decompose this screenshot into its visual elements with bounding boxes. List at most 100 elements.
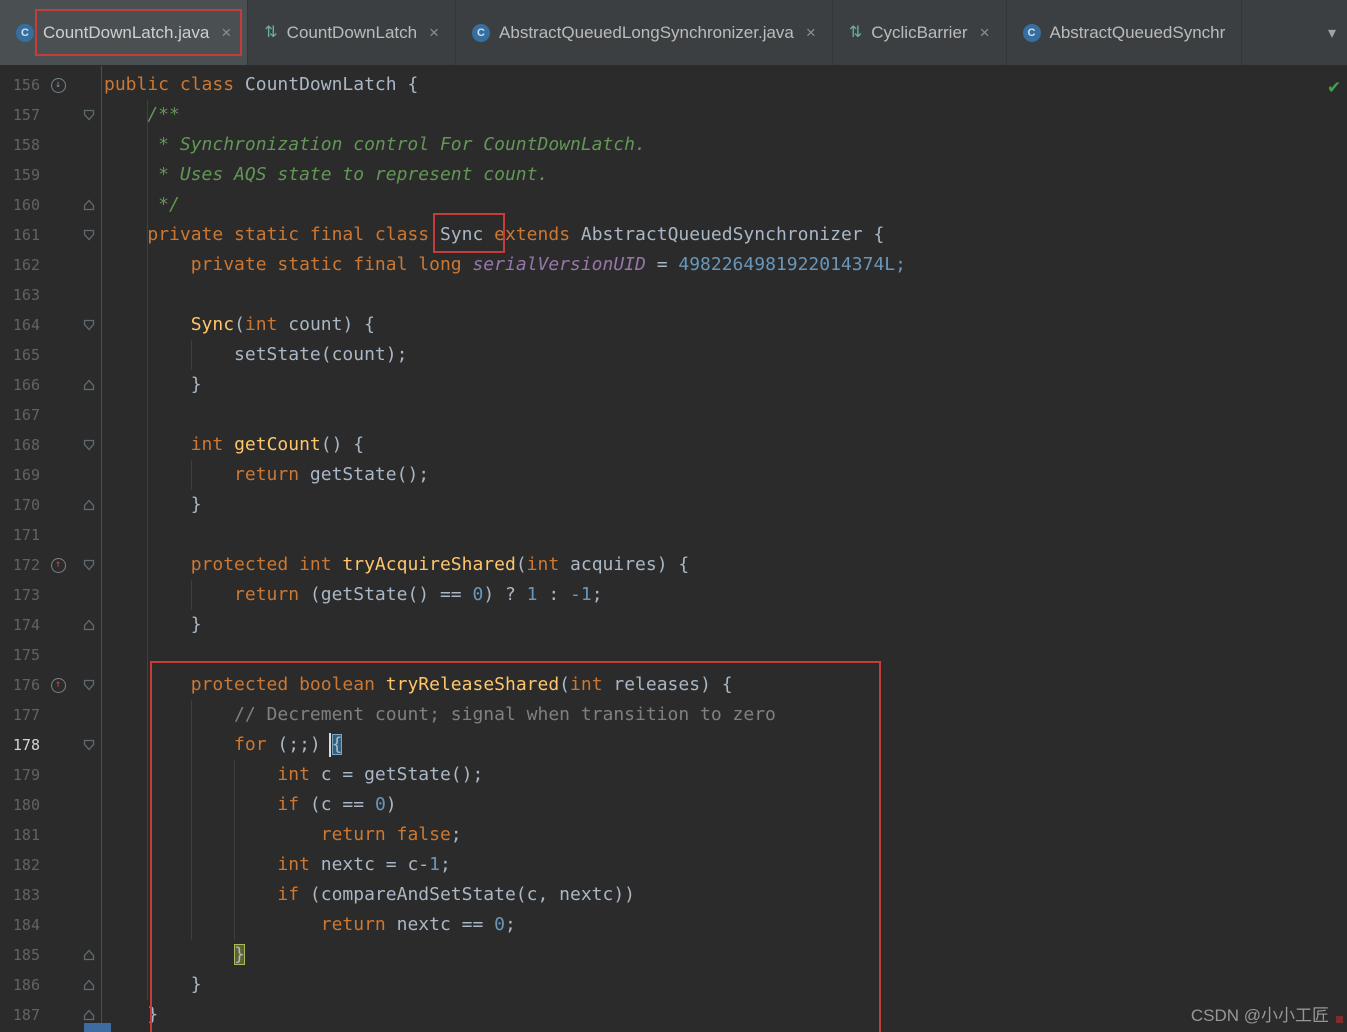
line-number: 159 — [12, 166, 40, 184]
annotation-box-tryReleaseShared-block — [150, 661, 881, 1032]
fold-end-icon[interactable] — [83, 1009, 95, 1021]
java-class-icon: C — [472, 23, 491, 42]
line-number: 181 — [12, 826, 40, 844]
overrides-gutter-icon[interactable]: ↑ — [50, 557, 66, 573]
line-number: 168 — [12, 436, 40, 454]
watermark-dot — [1336, 1016, 1343, 1023]
tab-label: AbstractQueuedSynchr — [1049, 22, 1226, 42]
code-text: * Uses AQS state to represent count. — [104, 164, 549, 185]
code-line-164[interactable]: 164 Sync(int count) { — [0, 310, 1347, 340]
line-number: 171 — [12, 526, 40, 544]
tab-close-icon[interactable]: × — [806, 24, 816, 41]
code-text: return getState(); — [234, 464, 430, 485]
line-number: 169 — [12, 466, 40, 484]
line-number: 156 — [12, 76, 40, 94]
java-class-icon: C — [16, 23, 34, 42]
code-text: public class CountDownLatch { — [104, 74, 419, 95]
code-text: private static final long serialVersionU… — [190, 254, 906, 275]
tab-label: CountDownLatch — [286, 22, 418, 42]
code-line-156[interactable]: 156 ↓ public class CountDownLatch { — [0, 70, 1347, 100]
line-number: 161 — [12, 226, 40, 244]
code-text: /** — [104, 104, 180, 125]
tab-close-icon[interactable]: × — [429, 24, 439, 41]
editor-tab-5[interactable]: C AbstractQueuedSynchr — [1007, 0, 1243, 65]
line-number: 162 — [12, 256, 40, 274]
code-text: */ — [104, 194, 180, 215]
code-line-162[interactable]: 162 private static final long serialVers… — [0, 250, 1347, 280]
check-icon[interactable]: ✔ — [1327, 78, 1341, 98]
line-number: 158 — [12, 136, 40, 154]
line-number: 163 — [12, 286, 40, 304]
fold-start-icon[interactable] — [83, 679, 95, 691]
line-number: 176 — [12, 676, 40, 694]
library-class-icon: ⇅ — [264, 23, 278, 41]
code-text: } — [104, 374, 202, 395]
code-text: * Synchronization control For CountDownL… — [104, 134, 646, 155]
tab-label: CyclicBarrier — [871, 22, 968, 42]
fold-end-icon[interactable] — [83, 949, 95, 961]
editor-tab-4[interactable]: ⇅ CyclicBarrier × — [833, 0, 1007, 65]
ide-window: C CountDownLatch.java × ⇅ CountDownLatch × C Ab… — [0, 0, 1347, 1032]
line-number: 185 — [12, 946, 40, 964]
annotation-box-active-tab — [35, 9, 242, 56]
line-number: 170 — [12, 496, 40, 514]
line-number: 182 — [12, 856, 40, 874]
fold-start-icon[interactable] — [83, 319, 95, 331]
fold-end-icon[interactable] — [83, 199, 95, 211]
line-number: 172 — [12, 556, 40, 574]
line-number: 178 — [12, 736, 40, 754]
gutter-separator — [101, 66, 102, 1032]
line-number: 173 — [12, 586, 40, 604]
code-line-160[interactable]: 160 */ — [0, 190, 1347, 220]
code-text: return (getState() == 0) ? 1 : -1; — [234, 584, 603, 605]
fold-end-icon[interactable] — [83, 379, 95, 391]
fold-start-icon[interactable] — [83, 559, 95, 571]
code-line-170[interactable]: 170 } — [0, 490, 1347, 520]
line-number: 183 — [12, 886, 40, 904]
line-number: 164 — [12, 316, 40, 334]
line-number: 175 — [12, 646, 40, 664]
fold-end-icon[interactable] — [83, 619, 95, 631]
code-line-173[interactable]: 173 return (getState() == 0) ? 1 : -1; — [0, 580, 1347, 610]
code-text: } — [104, 614, 202, 635]
editor-tab-3[interactable]: C AbstractQueuedLongSynchronizer.java × — [456, 0, 833, 65]
code-line-161[interactable]: 161 private static final class Sync exte… — [0, 220, 1347, 250]
code-line-174[interactable]: 174 } — [0, 610, 1347, 640]
code-line-168[interactable]: 168 int getCount() { — [0, 430, 1347, 460]
line-number: 184 — [12, 916, 40, 934]
line-number: 174 — [12, 616, 40, 634]
fold-end-icon[interactable] — [83, 499, 95, 511]
chevron-down-icon[interactable]: ▾ — [1317, 0, 1347, 65]
line-number: 180 — [12, 796, 40, 814]
code-line-172[interactable]: 172 ↑ protected int tryAcquireShared(int … — [0, 550, 1347, 580]
java-class-icon: C — [1022, 23, 1041, 42]
editor-tab-2[interactable]: ⇅ CountDownLatch × — [248, 0, 457, 65]
code-text: Sync(int count) { — [190, 314, 375, 335]
line-number: 187 — [12, 1006, 40, 1024]
fold-start-icon[interactable] — [83, 229, 95, 241]
code-line-163[interactable]: 163 — [0, 280, 1347, 310]
code-text: int getCount() { — [190, 434, 365, 455]
code-line-159[interactable]: 159 * Uses AQS state to represent count. — [0, 160, 1347, 190]
code-line-171[interactable]: 171 — [0, 520, 1347, 550]
code-line-167[interactable]: 167 — [0, 400, 1347, 430]
overridden-gutter-icon[interactable]: ↓ — [50, 77, 66, 93]
fold-end-icon[interactable] — [83, 979, 95, 991]
tab-close-icon[interactable]: × — [980, 24, 990, 41]
annotation-box-sync-class-name — [433, 213, 505, 253]
code-line-157[interactable]: 157 /** — [0, 100, 1347, 130]
bottom-blue-strip — [84, 1023, 111, 1032]
line-number: 157 — [12, 106, 40, 124]
code-line-165[interactable]: 165 setState(count); — [0, 340, 1347, 370]
line-number: 177 — [12, 706, 40, 724]
fold-start-icon[interactable] — [83, 739, 95, 751]
fold-start-icon[interactable] — [83, 439, 95, 451]
code-line-169[interactable]: 169 return getState(); — [0, 460, 1347, 490]
code-line-166[interactable]: 166 } — [0, 370, 1347, 400]
line-number: 165 — [12, 346, 40, 364]
overrides-gutter-icon[interactable]: ↑ — [50, 677, 66, 693]
code-text: setState(count); — [104, 344, 408, 365]
code-text: } — [104, 494, 202, 515]
fold-start-icon[interactable] — [83, 109, 95, 121]
code-line-158[interactable]: 158 * Synchronization control For CountD… — [0, 130, 1347, 160]
